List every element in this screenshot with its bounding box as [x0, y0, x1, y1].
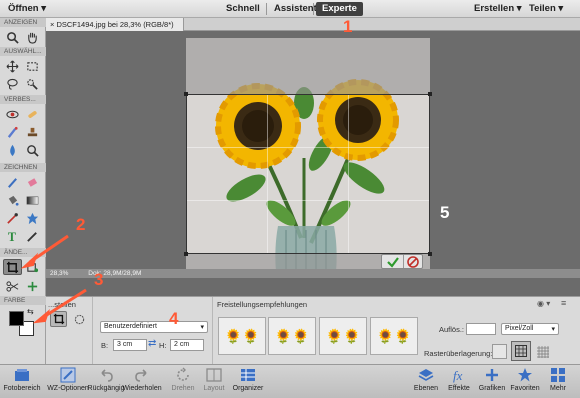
photoshop-elements-window: Öffnen ▾ Schnell Assistent Experte Erste…	[0, 0, 580, 398]
annotation-1: 1	[343, 17, 353, 36]
annotation-arrows	[20, 234, 87, 324]
annotation-5: 5	[440, 203, 450, 222]
annotation-3: 3	[94, 270, 104, 289]
annotation-2: 2	[76, 215, 86, 234]
annotation-4: 4	[169, 309, 179, 328]
